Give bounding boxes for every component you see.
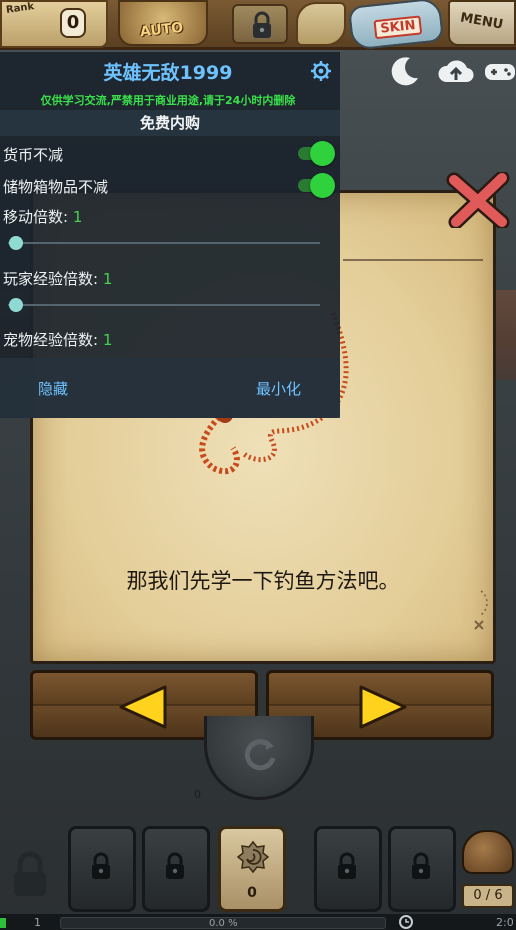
arrow-right-icon: [359, 685, 407, 729]
clock-icon: [399, 915, 413, 929]
arrow-left-icon: [119, 685, 167, 729]
lock-icon: [166, 852, 184, 879]
refresh-icon: [244, 739, 276, 771]
helmet-icon[interactable]: [462, 830, 514, 874]
lock-icon: [92, 852, 110, 879]
toggle-label-storage: 储物箱物品不减: [3, 178, 109, 196]
exp-progress-bar: 0.0 %: [60, 917, 386, 929]
rank-card[interactable]: Rank 0: [0, 0, 108, 48]
inventory-slot-locked[interactable]: [68, 826, 136, 912]
side-lock-icon[interactable]: [10, 850, 50, 898]
pet-exp-text: 宠物经验倍数:: [3, 331, 103, 349]
player-exp-text: 玩家经验倍数:: [3, 270, 103, 288]
reel-counter: 0: [194, 788, 201, 801]
slider-rail: [8, 304, 320, 306]
cloud-upload-icon[interactable]: [436, 54, 476, 88]
inventory-slot-bait[interactable]: 0: [218, 826, 286, 912]
inventory-slot-locked[interactable]: [314, 826, 382, 912]
menu-button[interactable]: MENU: [448, 0, 516, 46]
disclaimer-text: 仅供学习交流,严禁用于商业用途,请于24小时内删除: [40, 94, 296, 107]
player-level: 1: [34, 916, 41, 929]
menu-label: MENU: [459, 10, 505, 33]
slider-rail: [8, 242, 320, 244]
rank-value: 0: [60, 8, 86, 38]
status-indicator: [0, 918, 6, 928]
currency-toggle[interactable]: [298, 141, 336, 166]
rank-label: Rank: [5, 1, 35, 16]
locked-feature-button[interactable]: [232, 4, 288, 44]
lock-icon: [253, 11, 271, 38]
mod-menu-panel: 英雄无敌1999 仅供学习交流,严禁用于商业用途,请于24小时内删除 免费内购 …: [0, 52, 340, 418]
mod-menu-footer: 隐藏 最小化: [0, 358, 340, 418]
skin-label: SKIN: [373, 15, 423, 40]
moon-icon[interactable]: [388, 54, 422, 88]
hide-button[interactable]: 隐藏: [38, 378, 68, 399]
inventory-slot-locked[interactable]: [388, 826, 456, 912]
gamepad-icon[interactable]: [484, 54, 516, 88]
move-multiplier-text: 移动倍数:: [3, 208, 73, 226]
status-bar: 1 0.0 % 2:0: [0, 914, 516, 930]
move-multiplier-label: 移动倍数: 1: [3, 206, 82, 227]
move-multiplier-value: 1: [72, 208, 83, 226]
section-header: 免费内购: [0, 110, 340, 136]
slot-count: 0: [247, 885, 257, 901]
reel-wheel[interactable]: [204, 716, 314, 800]
quest-scroll-button[interactable]: [296, 2, 346, 46]
inventory-slot-locked[interactable]: [142, 826, 210, 912]
player-exp-label: 玩家经验倍数: 1: [3, 268, 112, 289]
inventory-capacity: 0 / 6: [462, 884, 514, 908]
auto-button[interactable]: AUTO: [118, 0, 208, 46]
close-icon[interactable]: [444, 172, 514, 228]
toggle-knob: [310, 173, 335, 198]
gear-icon[interactable]: [310, 60, 332, 82]
pet-exp-value: 1: [102, 331, 113, 349]
lock-icon: [412, 852, 430, 879]
player-exp-slider[interactable]: [8, 297, 320, 313]
pet-exp-label: 宠物经验倍数: 1: [3, 329, 112, 350]
mod-menu-title: 英雄无敌1999: [103, 62, 233, 84]
slider-thumb[interactable]: [9, 236, 23, 250]
exp-progress-text: 0.0 %: [209, 918, 238, 929]
game-time: 2:0: [496, 916, 514, 929]
slider-thumb[interactable]: [9, 298, 23, 312]
top-bar: Rank 0 AUTO SKIN MENU: [0, 0, 516, 51]
bait-icon: [236, 840, 270, 874]
minimize-button[interactable]: 最小化: [256, 378, 301, 399]
dialog-message: 那我们先学一下钓鱼方法吧。: [126, 569, 400, 593]
toggle-label-currency: 货币不减: [3, 146, 64, 164]
move-multiplier-slider[interactable]: [8, 235, 320, 251]
toggle-knob: [310, 141, 335, 166]
player-exp-value: 1: [102, 270, 113, 288]
storage-toggle[interactable]: [298, 173, 336, 198]
paper-divider: [343, 259, 483, 261]
skin-button[interactable]: SKIN: [347, 0, 445, 51]
auto-label: AUTO: [139, 19, 184, 41]
lock-icon: [338, 852, 356, 879]
